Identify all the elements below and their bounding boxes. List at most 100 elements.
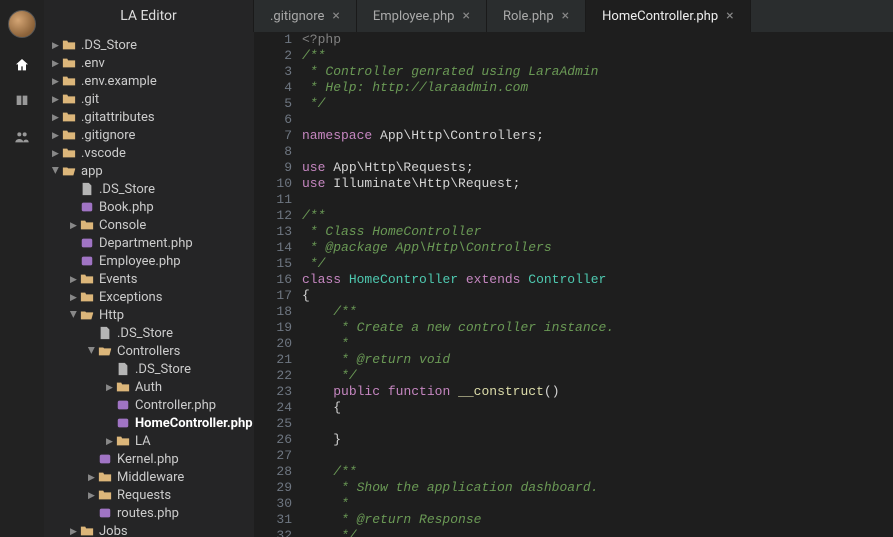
tree-item-jobs[interactable]: ▶Jobs [44,522,254,537]
tree-item-homecontroller-php[interactable]: HomeController.php [44,414,254,432]
tree-item--git[interactable]: ▶.git [44,90,254,108]
tree-item-exceptions[interactable]: ▶Exceptions [44,288,254,306]
tree-item-department-php[interactable]: Department.php [44,234,254,252]
left-rail [0,0,44,537]
tree-item--env-example[interactable]: ▶.env.example [44,72,254,90]
code-line[interactable]: * Create a new controller instance. [302,320,893,336]
code-line[interactable]: public function __construct() [302,384,893,400]
chevron-right-icon[interactable]: ▶ [52,167,60,175]
chevron-right-icon[interactable]: ▶ [106,437,114,445]
tree-item-controller-php[interactable]: Controller.php [44,396,254,414]
chevron-right-icon[interactable]: ▶ [106,383,114,391]
tree-item--ds_store[interactable]: .DS_Store [44,324,254,342]
tab-homecontroller-php[interactable]: HomeController.php× [586,0,751,32]
code-line[interactable]: use App\Http\Requests; [302,160,893,176]
code-line[interactable]: */ [302,368,893,384]
code-line[interactable]: * [302,496,893,512]
tree-item-auth[interactable]: ▶Auth [44,378,254,396]
chevron-right-icon[interactable]: ▶ [70,293,78,301]
code-line[interactable]: { [302,288,893,304]
tree-item--vscode[interactable]: ▶.vscode [44,144,254,162]
tab-employee-php[interactable]: Employee.php× [357,0,487,32]
tree-item--env[interactable]: ▶.env [44,54,254,72]
code-line[interactable] [302,192,893,208]
tree-item-app[interactable]: ▶app [44,162,254,180]
close-icon[interactable]: × [726,8,733,24]
tree-item-kernel-php[interactable]: Kernel.php [44,450,254,468]
tree-item-employee-php[interactable]: Employee.php [44,252,254,270]
chevron-right-icon[interactable]: ▶ [52,149,60,157]
chevron-right-icon[interactable]: ▶ [52,59,60,67]
code-line[interactable] [302,112,893,128]
chevron-right-icon[interactable]: ▶ [88,491,96,499]
code-editor[interactable]: 1234567891011121314151617181920212223242… [254,32,893,537]
tree-item-http[interactable]: ▶Http [44,306,254,324]
home-icon[interactable] [13,56,31,74]
code-line[interactable]: * Help: http://laraadmin.com [302,80,893,96]
code-line[interactable]: */ [302,96,893,112]
chevron-right-icon[interactable]: ▶ [52,131,60,139]
code-line[interactable]: namespace App\Http\Controllers; [302,128,893,144]
code-line[interactable]: use Illuminate\Http\Request; [302,176,893,192]
tree-item-events[interactable]: ▶Events [44,270,254,288]
tree-item-label: Console [99,218,146,233]
code-line[interactable] [302,448,893,464]
chevron-right-icon[interactable]: ▶ [70,527,78,535]
line-number: 12 [254,208,292,224]
code-line[interactable]: /** [302,464,893,480]
tree-item--gitattributes[interactable]: ▶.gitattributes [44,108,254,126]
avatar[interactable] [8,10,36,38]
chevron-right-icon[interactable]: ▶ [52,77,60,85]
code-line[interactable]: } [302,432,893,448]
code-line[interactable]: class HomeController extends Controller [302,272,893,288]
chevron-right-icon[interactable]: ▶ [52,113,60,121]
tab-role-php[interactable]: Role.php× [487,0,586,32]
tree-item--ds_store[interactable]: ▶.DS_Store [44,36,254,54]
chevron-right-icon[interactable]: ▶ [70,221,78,229]
code-line[interactable]: /** [302,48,893,64]
chevron-right-icon[interactable]: ▶ [70,311,78,319]
tree-item-console[interactable]: ▶ Console [44,216,254,234]
code-line[interactable] [302,416,893,432]
close-icon[interactable]: × [462,8,469,24]
code-line[interactable]: * @return Response [302,512,893,528]
code-line[interactable]: /** [302,304,893,320]
code-line[interactable]: <?php [302,32,893,48]
tree-item-la[interactable]: ▶LA [44,432,254,450]
code-line[interactable]: */ [302,256,893,272]
folder-icon [62,38,76,52]
tree-item--gitignore[interactable]: ▶.gitignore [44,126,254,144]
chevron-right-icon[interactable]: ▶ [88,473,96,481]
code-line[interactable]: */ [302,528,893,537]
tree-item-requests[interactable]: ▶Requests [44,486,254,504]
chevron-right-icon[interactable]: ▶ [70,275,78,283]
code-line[interactable]: * @return void [302,352,893,368]
code-line[interactable]: * Class HomeController [302,224,893,240]
code-line[interactable]: { [302,400,893,416]
tree-item-routes-php[interactable]: routes.php [44,504,254,522]
tree-item--ds_store[interactable]: .DS_Store [44,360,254,378]
file-tree[interactable]: ▶.DS_Store▶.env▶.env.example▶.git▶.gitat… [44,32,254,537]
book-icon[interactable] [13,92,31,110]
close-icon[interactable]: × [562,8,569,24]
tree-item-middleware[interactable]: ▶Middleware [44,468,254,486]
code-line[interactable]: * Controller genrated using LaraAdmin [302,64,893,80]
tree-item-book-php[interactable]: Book.php [44,198,254,216]
chevron-right-icon[interactable]: ▶ [52,95,60,103]
tree-item-controllers[interactable]: ▶Controllers [44,342,254,360]
code-line[interactable]: * [302,336,893,352]
code-line[interactable] [302,144,893,160]
line-number: 32 [254,528,292,537]
code-line[interactable]: * @package App\Http\Controllers [302,240,893,256]
line-number: 21 [254,352,292,368]
close-icon[interactable]: × [332,8,339,24]
tree-item-label: routes.php [117,506,179,521]
tab--gitignore[interactable]: .gitignore× [254,0,357,32]
chevron-right-icon[interactable]: ▶ [88,347,96,355]
code-line[interactable]: /** [302,208,893,224]
users-icon[interactable] [13,128,31,146]
chevron-right-icon[interactable]: ▶ [52,41,60,49]
code-content[interactable]: <?php/** * Controller genrated using Lar… [302,32,893,537]
tree-item--ds_store[interactable]: .DS_Store [44,180,254,198]
code-line[interactable]: * Show the application dashboard. [302,480,893,496]
